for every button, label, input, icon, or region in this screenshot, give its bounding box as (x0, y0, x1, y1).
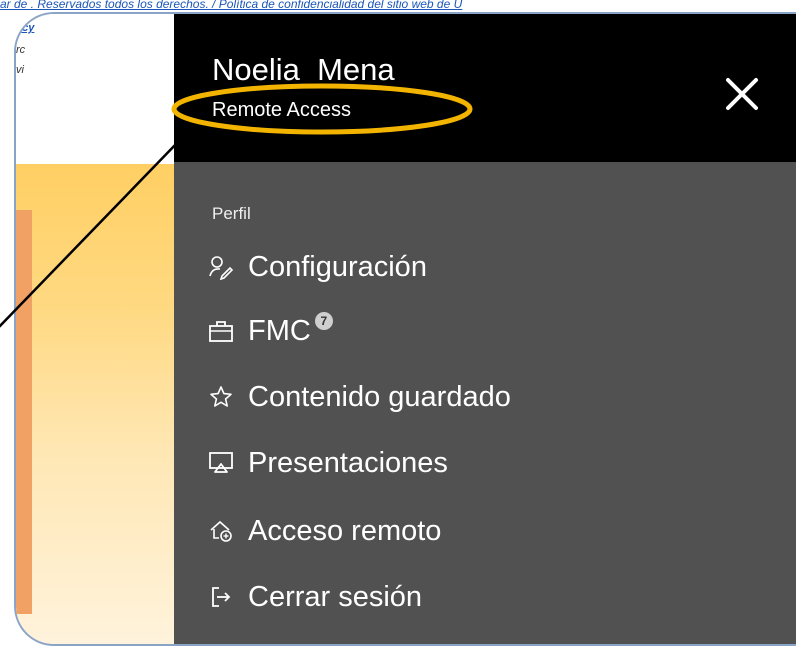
menu-item-label: Acceso remoto (248, 514, 442, 547)
menu-item-label: Contenido guardado (248, 380, 511, 413)
menu-item-configuracion[interactable]: Configuración (206, 244, 427, 290)
presentation-icon (206, 448, 236, 478)
menu-item-label: Presentaciones (248, 446, 448, 479)
user-subtitle: Remote Access (212, 99, 351, 121)
star-icon (206, 382, 236, 412)
logout-icon (206, 582, 236, 612)
menu-item-label: Cerrar sesión (248, 580, 423, 613)
menu-item-label: Configuración (248, 250, 427, 283)
notification-badge: 7 (314, 312, 333, 330)
menu-item-acceso-remoto[interactable]: Acceso remoto (206, 508, 441, 554)
menu-item-presentaciones[interactable]: Presentaciones (206, 440, 448, 486)
background-text-fragment: rc (16, 44, 26, 56)
user-menu-header: Noelia Mena Remote Access (174, 14, 796, 162)
background-privacy-link[interactable]: acy (16, 22, 56, 34)
briefcase-icon (206, 316, 236, 346)
remote-home-icon (206, 516, 236, 546)
section-label-perfil: Perfil (212, 204, 251, 223)
background-text-fragment: vi (16, 64, 24, 76)
close-icon (726, 78, 758, 110)
background-accent-stripe (16, 210, 32, 614)
menu-item-cerrar-sesion[interactable]: Cerrar sesión (206, 574, 422, 620)
close-button[interactable] (722, 74, 762, 114)
menu-item-label: FMC (248, 314, 311, 347)
user-name: Noelia Mena (212, 52, 395, 87)
zoom-frame: acy rc vi Noelia Mena Remote Access Perf… (14, 12, 796, 646)
user-edit-icon (206, 252, 236, 282)
menu-item-contenido-guardado[interactable]: Contenido guardado (206, 374, 511, 420)
menu-item-fmc[interactable]: FMC 7 (206, 308, 333, 354)
user-menu-panel: Noelia Mena Remote Access Perfil Configu… (174, 14, 796, 644)
